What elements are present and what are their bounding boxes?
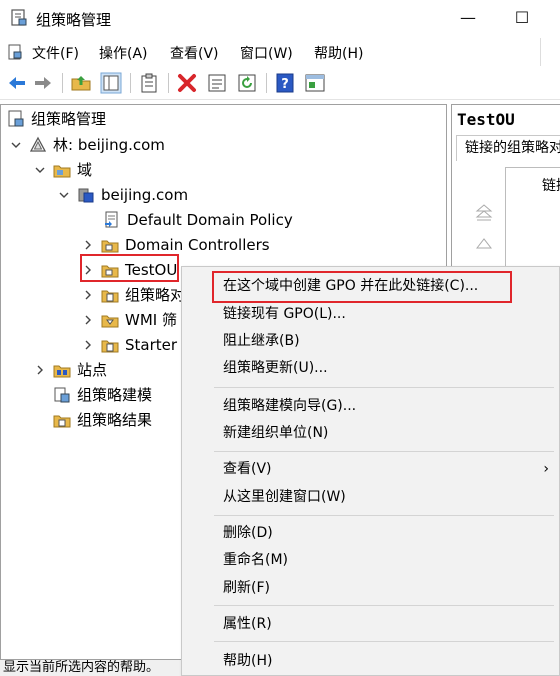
toolbar: ? xyxy=(0,66,560,100)
mdi-window-controls[interactable] xyxy=(540,38,560,66)
gpmc-app-icon xyxy=(11,9,27,26)
menu-item-block-inheritance[interactable]: 阻止继承(B) xyxy=(182,328,560,354)
menu-item-view[interactable]: 查看(V) › xyxy=(182,456,560,482)
ou-folder-icon xyxy=(101,265,119,278)
tree-label: Starter xyxy=(125,336,178,354)
gpo-folder-icon xyxy=(101,290,119,303)
column-header-link[interactable]: 链接 xyxy=(542,175,560,195)
menu-item-refresh[interactable]: 刷新(F) xyxy=(182,575,560,601)
menu-bar: 文件(F) 操作(A) 查看(V) 窗口(W) 帮助(H) xyxy=(0,38,560,66)
console-icon[interactable] xyxy=(304,72,326,94)
tree-item-gpo-objects[interactable]: 组策略对 xyxy=(81,283,185,307)
tree-item-sites[interactable]: 站点 xyxy=(33,358,107,382)
show-hide-tree-icon[interactable] xyxy=(100,72,122,94)
menu-item-view-label: 查看(V) xyxy=(223,461,272,477)
menu-window[interactable]: 窗口(W) xyxy=(240,43,293,63)
tree-label: 组策略建模 xyxy=(77,386,153,404)
menu-item-modeling-wizard[interactable]: 组策略建模向导(G)... xyxy=(182,393,560,419)
tree-label: Default Domain Policy xyxy=(127,211,293,229)
forest-icon xyxy=(29,136,47,152)
domains-folder-icon xyxy=(53,165,71,178)
tree-label: WMI 筛 xyxy=(125,311,177,329)
details-title: TestOU xyxy=(457,110,515,129)
menu-item-help[interactable]: 帮助(H) xyxy=(182,648,560,674)
domain-icon xyxy=(78,188,94,203)
tree-label: beijing.com xyxy=(101,186,189,204)
wmi-folder-icon xyxy=(101,315,119,328)
tree-label: 林: beijing.com xyxy=(53,136,165,154)
chevron-down-icon[interactable] xyxy=(33,163,47,177)
svg-text:?: ? xyxy=(281,77,289,92)
tree-label: 站点 xyxy=(77,361,108,379)
submenu-arrow-icon: › xyxy=(543,461,549,477)
menu-item-delete[interactable]: 删除(D) xyxy=(182,520,560,546)
properties-icon[interactable] xyxy=(206,72,228,94)
tree-label: 组策略管理 xyxy=(31,110,107,128)
tree-item-domains[interactable]: 域 xyxy=(33,158,92,182)
menu-item-properties[interactable]: 属性(R) xyxy=(182,611,560,637)
ou-folder-icon xyxy=(101,240,119,253)
menu-item-new-ou[interactable]: 新建组织单位(N) xyxy=(182,420,560,446)
menu-view[interactable]: 查看(V) xyxy=(170,43,219,63)
tree-item-default-domain-policy[interactable]: Default Domain Policy xyxy=(103,208,293,232)
tab-linked-gpos[interactable]: 链接的组策略对 xyxy=(456,135,560,161)
tree-label: 组策略结果 xyxy=(77,411,153,429)
refresh-icon[interactable] xyxy=(236,72,258,94)
tree-item-starter-gpos[interactable]: Starter xyxy=(81,333,177,357)
document-icon xyxy=(8,44,22,60)
menu-item-rename[interactable]: 重命名(M) xyxy=(182,547,560,573)
minimize-button[interactable]: — xyxy=(456,7,480,29)
chevron-right-icon[interactable] xyxy=(81,238,95,252)
starter-gpo-folder-icon xyxy=(101,340,119,353)
chevron-right-icon[interactable] xyxy=(33,363,47,377)
tree-item-gp-results[interactable]: 组策略结果 xyxy=(53,408,152,432)
help-icon[interactable]: ? xyxy=(274,72,296,94)
up-folder-icon[interactable] xyxy=(70,72,92,94)
menu-item-gp-update[interactable]: 组策略更新(U)... xyxy=(182,355,560,381)
back-arrow-icon[interactable] xyxy=(6,72,28,94)
chevron-down-icon[interactable] xyxy=(57,188,71,202)
chevron-right-icon[interactable] xyxy=(81,338,95,352)
chevron-right-icon[interactable] xyxy=(81,288,95,302)
tree-item-forest[interactable]: 林: beijing.com xyxy=(9,133,165,157)
menu-item-link-existing-gpo[interactable]: 链接现有 GPO(L)... xyxy=(182,301,560,327)
move-top-icon[interactable] xyxy=(474,203,494,223)
tree-item-gp-modeling[interactable]: 组策略建模 xyxy=(53,383,152,407)
modeling-icon xyxy=(54,387,70,403)
gpm-root-icon xyxy=(8,110,24,127)
tree-item-wmi-filters[interactable]: WMI 筛 xyxy=(81,308,177,332)
tree-label: 域 xyxy=(77,161,93,179)
chevron-right-icon[interactable] xyxy=(81,313,95,327)
forward-arrow-icon[interactable] xyxy=(32,72,54,94)
move-up-icon[interactable] xyxy=(474,233,494,253)
menu-file[interactable]: 文件(F) xyxy=(32,43,79,63)
delete-x-icon[interactable] xyxy=(176,72,198,94)
title-bar: 组策略管理 — ☐ xyxy=(0,0,560,38)
clipboard-icon[interactable] xyxy=(138,72,160,94)
menu-action[interactable]: 操作(A) xyxy=(99,43,148,63)
tree-label: 组策略对 xyxy=(125,286,186,304)
results-icon xyxy=(53,415,71,428)
context-menu: 在这个域中创建 GPO 并在此处链接(C)... 链接现有 GPO(L)... … xyxy=(181,266,560,676)
menu-help[interactable]: 帮助(H) xyxy=(314,43,363,63)
chevron-down-icon[interactable] xyxy=(9,138,23,152)
tree-label: TestOU xyxy=(125,261,178,279)
menu-item-new-window[interactable]: 从这里创建窗口(W) xyxy=(182,484,560,510)
window-title: 组策略管理 xyxy=(36,11,112,29)
maximize-button[interactable]: ☐ xyxy=(510,7,534,29)
tree-item-testou[interactable]: TestOU xyxy=(81,258,177,282)
tree-item-domain-beijing[interactable]: beijing.com xyxy=(57,183,188,207)
sites-folder-icon xyxy=(53,365,71,378)
tree-item-domain-controllers[interactable]: Domain Controllers xyxy=(81,233,270,257)
gpo-link-icon xyxy=(105,211,118,228)
tree-label: Domain Controllers xyxy=(125,236,270,254)
menu-item-create-gpo-link[interactable]: 在这个域中创建 GPO 并在此处链接(C)... xyxy=(182,273,560,299)
chevron-right-icon[interactable] xyxy=(81,263,95,277)
tree-item-gpm-root[interactable]: 组策略管理 xyxy=(7,107,106,131)
